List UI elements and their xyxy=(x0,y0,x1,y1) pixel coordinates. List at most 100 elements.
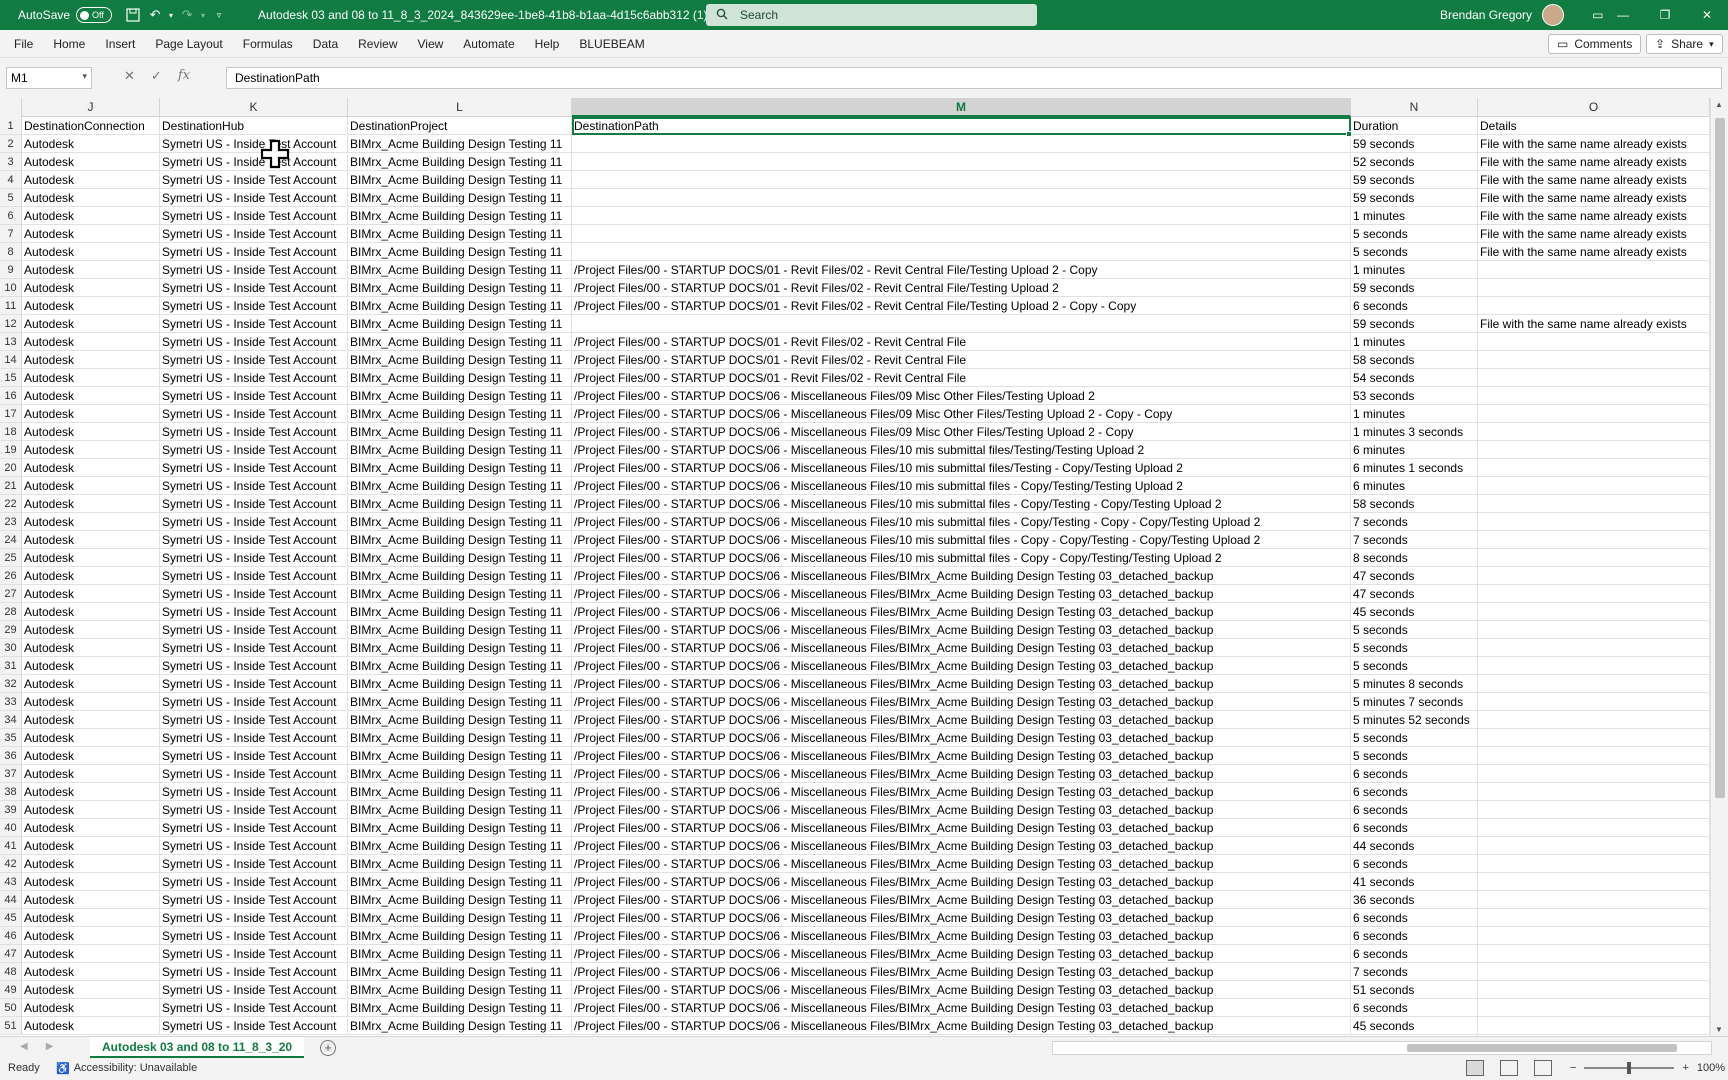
prev-sheet-icon[interactable]: ◀ xyxy=(20,1041,28,1052)
cell-o[interactable] xyxy=(1478,981,1710,999)
row-number[interactable]: 33 xyxy=(0,693,22,711)
cell-o[interactable] xyxy=(1478,567,1710,585)
cell-l[interactable]: BIMrx_Acme Building Design Testing 11 xyxy=(348,927,572,945)
cell-j[interactable]: Autodesk xyxy=(22,999,160,1017)
row-number[interactable]: 6 xyxy=(0,207,22,225)
cell-k[interactable]: Symetri US - Inside Test Account xyxy=(160,621,348,639)
cell-k[interactable]: Symetri US - Inside Test Account xyxy=(160,315,348,333)
cell-k[interactable]: Symetri US - Inside Test Account xyxy=(160,1017,348,1035)
cell-k[interactable]: Symetri US - Inside Test Account xyxy=(160,837,348,855)
cell-j[interactable]: Autodesk xyxy=(22,243,160,261)
cell-n[interactable]: 6 seconds xyxy=(1351,927,1478,945)
cell-o[interactable] xyxy=(1478,513,1710,531)
tab-file[interactable]: File xyxy=(4,37,43,51)
cell-n[interactable]: 6 minutes xyxy=(1351,441,1478,459)
row-number[interactable]: 1 xyxy=(0,117,22,135)
cell-m[interactable]: /Project Files/00 - STARTUP DOCS/06 - Mi… xyxy=(572,567,1351,585)
close-icon[interactable]: ✕ xyxy=(1686,0,1728,30)
cell-m[interactable]: /Project Files/00 - STARTUP DOCS/06 - Mi… xyxy=(572,423,1351,441)
cell-j[interactable]: Autodesk xyxy=(22,765,160,783)
cell-j[interactable]: Autodesk xyxy=(22,873,160,891)
row-number[interactable]: 47 xyxy=(0,945,22,963)
cell-l[interactable]: BIMrx_Acme Building Design Testing 11 xyxy=(348,819,572,837)
cell-j[interactable]: Autodesk xyxy=(22,729,160,747)
row-number[interactable]: 13 xyxy=(0,333,22,351)
cell-n[interactable]: 58 seconds xyxy=(1351,351,1478,369)
cell-j[interactable]: Autodesk xyxy=(22,387,160,405)
zoom-out-icon[interactable]: − xyxy=(1570,1062,1576,1074)
autosave-toggle[interactable]: Off xyxy=(76,7,113,23)
tab-formulas[interactable]: Formulas xyxy=(233,37,303,51)
cell-k[interactable]: Symetri US - Inside Test Account xyxy=(160,351,348,369)
cell-l[interactable]: BIMrx_Acme Building Design Testing 11 xyxy=(348,495,572,513)
cell-m[interactable]: /Project Files/00 - STARTUP DOCS/06 - Mi… xyxy=(572,639,1351,657)
cell-n[interactable]: 41 seconds xyxy=(1351,873,1478,891)
cell-o[interactable] xyxy=(1478,549,1710,567)
page-break-view-icon[interactable] xyxy=(1534,1060,1552,1076)
cell-l[interactable]: BIMrx_Acme Building Design Testing 11 xyxy=(348,747,572,765)
cell-n[interactable]: 6 minutes 1 seconds xyxy=(1351,459,1478,477)
cell-j[interactable]: Autodesk xyxy=(22,405,160,423)
cell-m[interactable]: /Project Files/00 - STARTUP DOCS/06 - Mi… xyxy=(572,909,1351,927)
cell-l[interactable]: BIMrx_Acme Building Design Testing 11 xyxy=(348,315,572,333)
cell-o[interactable] xyxy=(1478,837,1710,855)
cell-n[interactable]: 36 seconds xyxy=(1351,891,1478,909)
cell-k[interactable]: Symetri US - Inside Test Account xyxy=(160,171,348,189)
cell-n[interactable]: 5 minutes 52 seconds xyxy=(1351,711,1478,729)
cell-m[interactable]: /Project Files/00 - STARTUP DOCS/06 - Mi… xyxy=(572,441,1351,459)
cell-k[interactable]: Symetri US - Inside Test Account xyxy=(160,423,348,441)
row-number[interactable]: 20 xyxy=(0,459,22,477)
cell-j[interactable]: Autodesk xyxy=(22,855,160,873)
cell-l[interactable]: BIMrx_Acme Building Design Testing 11 xyxy=(348,675,572,693)
cell-k[interactable]: Symetri US - Inside Test Account xyxy=(160,513,348,531)
cell-l[interactable]: BIMrx_Acme Building Design Testing 11 xyxy=(348,639,572,657)
cell-n[interactable]: 59 seconds xyxy=(1351,171,1478,189)
cell-m[interactable]: /Project Files/00 - STARTUP DOCS/06 - Mi… xyxy=(572,1017,1351,1035)
cell-m[interactable]: /Project Files/00 - STARTUP DOCS/06 - Mi… xyxy=(572,801,1351,819)
cell-n[interactable]: 45 seconds xyxy=(1351,1017,1478,1035)
cell-o[interactable] xyxy=(1478,261,1710,279)
cell-o[interactable] xyxy=(1478,729,1710,747)
row-number[interactable]: 17 xyxy=(0,405,22,423)
cell-k[interactable]: Symetri US - Inside Test Account xyxy=(160,495,348,513)
cell-n[interactable]: 5 minutes 8 seconds xyxy=(1351,675,1478,693)
cell-n[interactable]: 47 seconds xyxy=(1351,585,1478,603)
undo-icon[interactable]: ↶ xyxy=(144,4,166,26)
column-header-o[interactable]: O xyxy=(1478,98,1710,117)
cell-n[interactable]: 5 seconds xyxy=(1351,225,1478,243)
cell-m[interactable]: /Project Files/00 - STARTUP DOCS/01 - Re… xyxy=(572,351,1351,369)
cell-n[interactable]: 59 seconds xyxy=(1351,279,1478,297)
cell-l[interactable]: BIMrx_Acme Building Design Testing 11 xyxy=(348,423,572,441)
cell-l[interactable]: BIMrx_Acme Building Design Testing 11 xyxy=(348,945,572,963)
cell-l[interactable]: BIMrx_Acme Building Design Testing 11 xyxy=(348,909,572,927)
cell-o[interactable] xyxy=(1478,387,1710,405)
cell-m[interactable]: /Project Files/00 - STARTUP DOCS/01 - Re… xyxy=(572,261,1351,279)
cell-o[interactable]: File with the same name already exists xyxy=(1478,315,1710,333)
cell-n[interactable]: 6 seconds xyxy=(1351,765,1478,783)
cell-l[interactable]: BIMrx_Acme Building Design Testing 11 xyxy=(348,837,572,855)
insert-function-icon[interactable]: fx xyxy=(178,68,190,84)
file-name[interactable]: Autodesk 03 and 08 to 11_8_3_2024_843629… xyxy=(258,8,742,22)
cell-l[interactable]: BIMrx_Acme Building Design Testing 11 xyxy=(348,585,572,603)
cell-l[interactable]: BIMrx_Acme Building Design Testing 11 xyxy=(348,459,572,477)
cell-n[interactable]: 1 minutes xyxy=(1351,333,1478,351)
cell-l[interactable]: BIMrx_Acme Building Design Testing 11 xyxy=(348,369,572,387)
cell-o[interactable] xyxy=(1478,999,1710,1017)
cell-n[interactable]: 6 seconds xyxy=(1351,945,1478,963)
cell-k[interactable]: Symetri US - Inside Test Account xyxy=(160,279,348,297)
cell-l[interactable]: BIMrx_Acme Building Design Testing 11 xyxy=(348,333,572,351)
cell-j[interactable]: Autodesk xyxy=(22,513,160,531)
row-number[interactable]: 51 xyxy=(0,1017,22,1035)
cell-o[interactable] xyxy=(1478,495,1710,513)
cell-o[interactable]: File with the same name already exists xyxy=(1478,207,1710,225)
cell-l[interactable]: BIMrx_Acme Building Design Testing 11 xyxy=(348,693,572,711)
row-number[interactable]: 10 xyxy=(0,279,22,297)
cell-l[interactable]: BIMrx_Acme Building Design Testing 11 xyxy=(348,513,572,531)
cell-o[interactable] xyxy=(1478,423,1710,441)
cell-o[interactable]: File with the same name already exists xyxy=(1478,171,1710,189)
cell-l[interactable]: BIMrx_Acme Building Design Testing 11 xyxy=(348,441,572,459)
redo-dropdown-icon[interactable]: ▾ xyxy=(198,4,208,26)
cell-j[interactable]: Autodesk xyxy=(22,297,160,315)
scroll-thumb[interactable] xyxy=(1715,118,1725,798)
cell-j[interactable]: Autodesk xyxy=(22,585,160,603)
